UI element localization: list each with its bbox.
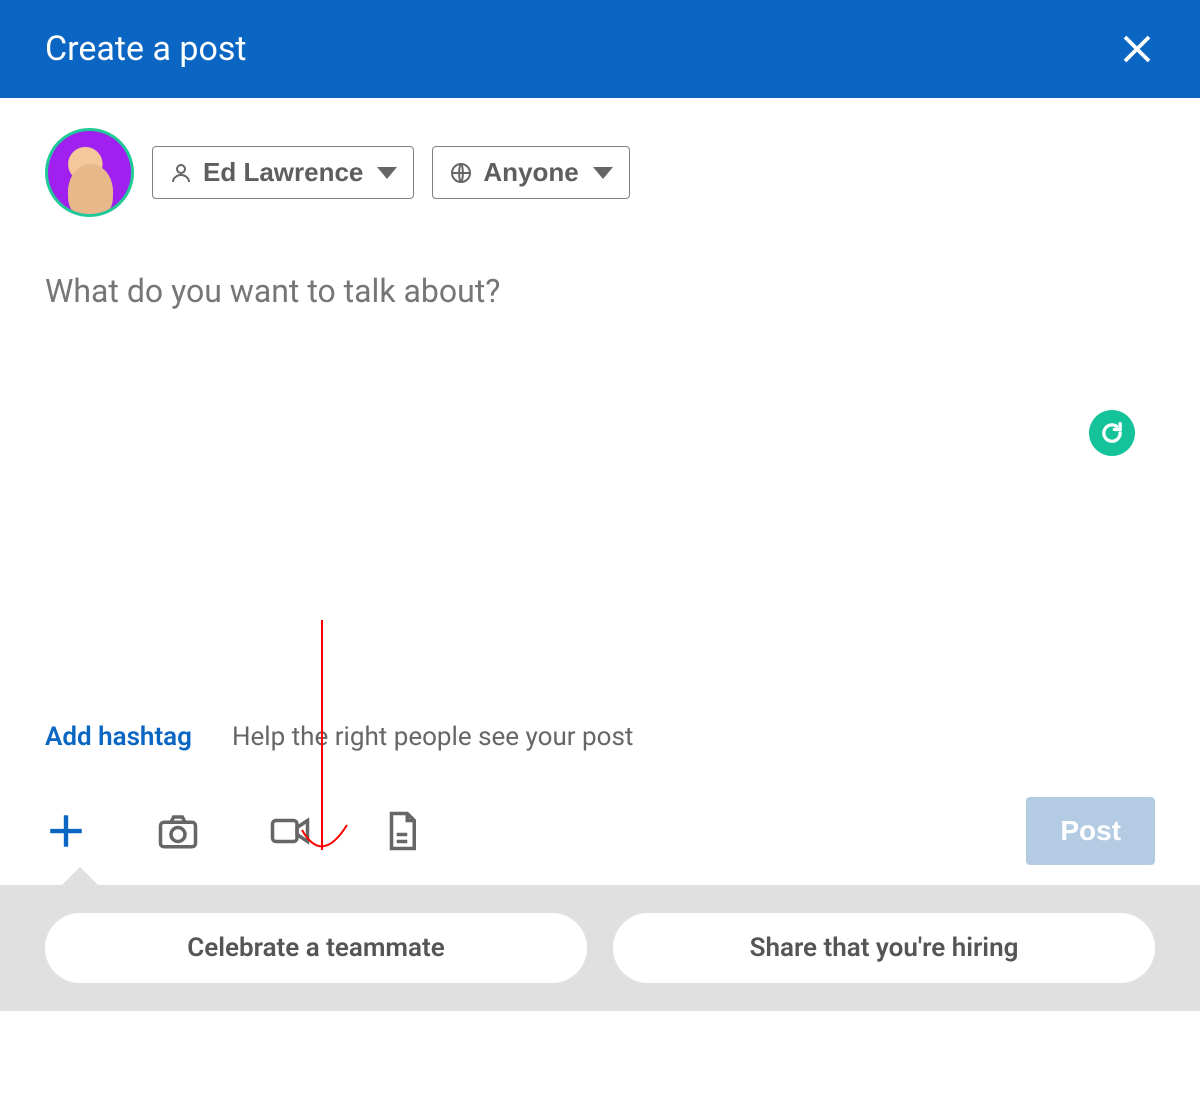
suggestion-celebrate-teammate[interactable]: Celebrate a teammate bbox=[45, 913, 587, 983]
plus-icon bbox=[45, 810, 87, 852]
modal-body: Ed Lawrence Anyone Add hashtag Help the … bbox=[0, 98, 1200, 752]
close-icon bbox=[1119, 31, 1155, 67]
add-button[interactable] bbox=[45, 810, 87, 852]
author-row: Ed Lawrence Anyone bbox=[45, 128, 1155, 217]
author-name: Ed Lawrence bbox=[203, 157, 363, 188]
chevron-down-icon bbox=[593, 167, 613, 179]
grammarly-button[interactable] bbox=[1089, 410, 1135, 456]
toolbar-left bbox=[45, 810, 423, 852]
chevron-down-icon bbox=[377, 167, 397, 179]
avatar[interactable] bbox=[45, 128, 134, 217]
author-dropdown[interactable]: Ed Lawrence bbox=[152, 146, 414, 199]
modal-header: Create a post bbox=[0, 0, 1200, 98]
suggestion-share-hiring[interactable]: Share that you're hiring bbox=[613, 913, 1155, 983]
add-hashtag-button[interactable]: Add hashtag bbox=[45, 722, 192, 752]
person-icon bbox=[169, 161, 193, 185]
hashtag-row: Add hashtag Help the right people see yo… bbox=[45, 722, 1155, 752]
post-button[interactable]: Post bbox=[1026, 797, 1155, 865]
hashtag-help-text: Help the right people see your post bbox=[232, 722, 633, 752]
add-photo-button[interactable] bbox=[157, 810, 199, 852]
visibility-dropdown[interactable]: Anyone bbox=[432, 146, 629, 199]
toolbar: Post bbox=[0, 797, 1200, 885]
suggestions-bar: Celebrate a teammate Share that you're h… bbox=[0, 885, 1200, 1011]
grammarly-icon bbox=[1098, 419, 1126, 447]
composer-area bbox=[45, 272, 1155, 712]
modal-title: Create a post bbox=[45, 29, 247, 69]
close-button[interactable] bbox=[1119, 31, 1155, 67]
camera-icon bbox=[157, 810, 199, 852]
document-icon bbox=[381, 810, 423, 852]
visibility-label: Anyone bbox=[483, 157, 578, 188]
add-video-button[interactable] bbox=[269, 810, 311, 852]
add-document-button[interactable] bbox=[381, 810, 423, 852]
post-textarea[interactable] bbox=[45, 272, 1155, 712]
globe-icon bbox=[449, 161, 473, 185]
video-icon bbox=[269, 810, 311, 852]
